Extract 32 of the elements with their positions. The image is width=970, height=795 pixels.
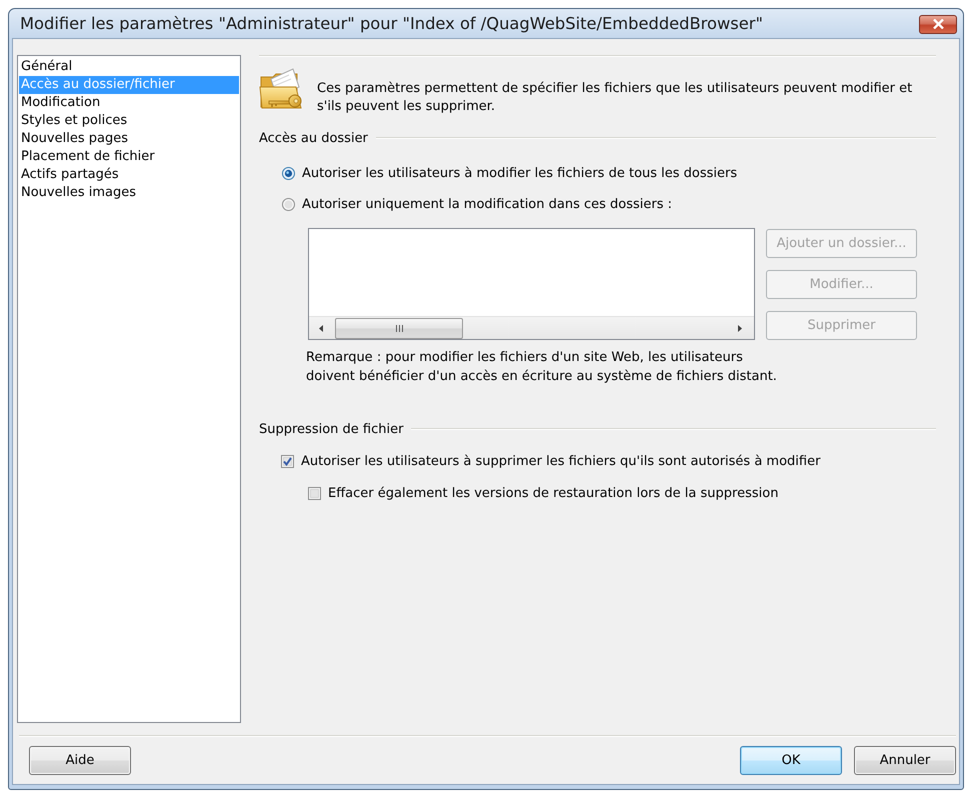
folder-list[interactable] (308, 228, 755, 340)
horizontal-scrollbar[interactable] (309, 316, 754, 339)
note-text: Remarque : pour modifier les fichiers d'un site Web, les utilisateurs doivent bénéficier d'un accès en écriture au système de fichiers distant. (306, 349, 778, 386)
radio-button[interactable] (282, 166, 295, 180)
checkbox-label[interactable]: Autoriser les utilisateurs à supprimer les fichiers qu'ils sont autorisés à modifier (301, 454, 820, 468)
category-item[interactable]: Nouvelles pages (19, 130, 239, 148)
group-title: Suppression de fichier (259, 422, 404, 436)
category-item[interactable]: Nouvelles images (19, 184, 239, 202)
radio-button[interactable] (282, 198, 295, 210)
category-item[interactable]: Général (19, 58, 239, 76)
checkbox[interactable] (308, 486, 321, 500)
checkbox-label[interactable]: Effacer également les versions de restauration lors de la suppression (328, 486, 778, 500)
grip-icon (396, 324, 402, 332)
close-icon (932, 19, 944, 29)
scrollbar-thumb[interactable] (335, 318, 463, 338)
checkbox[interactable] (281, 454, 294, 468)
dialog-button[interactable]: Annuler (854, 746, 956, 775)
scroll-left-icon[interactable] (319, 324, 323, 332)
radio-label[interactable]: Autoriser les utilisateurs à modifier les fichiers de tous les dossiers (302, 166, 738, 180)
default-button[interactable]: OK (740, 746, 842, 775)
category-item[interactable]: Modification (19, 94, 239, 112)
category-item[interactable]: Styles et polices (19, 112, 239, 130)
folder-key-icon (259, 67, 303, 111)
dialog-button[interactable]: Aide (29, 746, 131, 775)
category-item[interactable]: Actifs partagés (19, 166, 239, 184)
intro-text: Ces paramètres permettent de spécifier les fichiers que les utilisateurs peuvent modifier et s'ils peuvent les supprimer. (317, 80, 914, 116)
group-title: Accès au dossier (259, 130, 368, 146)
window-title: Modifier les paramètres "Administrateur" pour "Index of /QuagWebSite/EmbeddedBrowser" (20, 14, 763, 33)
scroll-right-icon[interactable] (738, 324, 742, 332)
close-button[interactable] (919, 14, 957, 34)
radio-label[interactable]: Autoriser uniquement la modification dans ces dossiers : (302, 196, 672, 212)
category-item[interactable]: Placement de fichier (19, 148, 239, 166)
